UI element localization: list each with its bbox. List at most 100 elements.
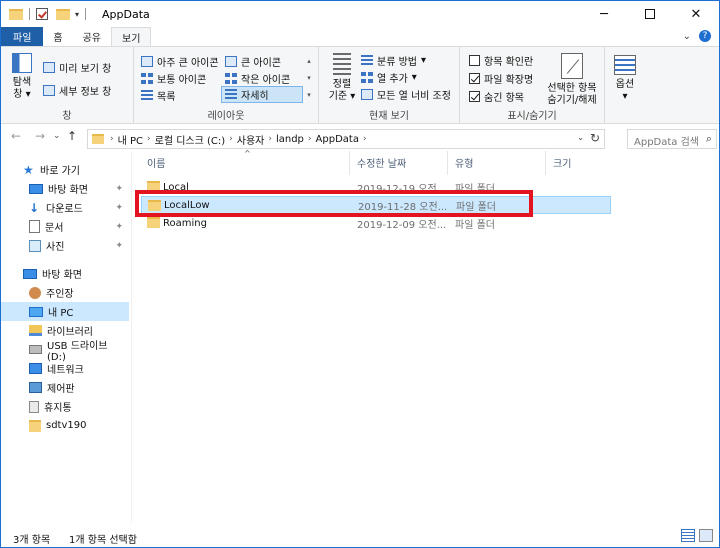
medium-icons-icon — [141, 73, 153, 84]
column-header-size[interactable]: 크기 — [553, 155, 571, 170]
pane-divider[interactable] — [131, 151, 132, 523]
details-pane-label: 세부 정보 창 — [59, 87, 112, 98]
file-date: 2019-12-09 오전... — [357, 219, 447, 231]
tab-share[interactable]: 공유 — [73, 27, 111, 46]
nav-item-desktop-pinned[interactable]: 바탕 화면 ✦ — [1, 179, 129, 198]
refresh-icon[interactable]: ↻ — [590, 131, 600, 145]
preview-pane-button[interactable]: 미리 보기 창 — [43, 60, 111, 75]
nav-label: sdtv190 — [46, 420, 87, 431]
group-label-panes: 창 — [62, 111, 72, 122]
picture-icon — [29, 239, 41, 252]
details-view-button[interactable] — [681, 529, 695, 542]
help-icon[interactable]: ? — [699, 30, 711, 42]
breadcrumb-user[interactable]: landp — [276, 134, 304, 145]
status-selected-count: 1개 항목 선택함 — [69, 535, 137, 546]
hidden-items-checkbox[interactable] — [469, 91, 480, 102]
close-icon: ✕ — [690, 6, 702, 22]
nav-label: 다운로드 — [46, 204, 83, 215]
size-columns-label: 모든 열 너비 조정 — [377, 91, 451, 102]
navigation-pane-button[interactable]: 탐색 창 ▾ — [7, 53, 37, 101]
group-label-show-hide: 표시/숨기기 — [507, 111, 557, 122]
tab-file[interactable]: 파일 — [1, 27, 44, 46]
breadcrumb-local-disk[interactable]: 로컬 디스크 (C:) — [155, 132, 226, 147]
maximize-icon — [645, 9, 655, 19]
forward-button[interactable]: → — [35, 129, 45, 143]
group-by-button[interactable]: 분류 방법 ▾ — [361, 53, 426, 68]
file-type: 파일 폴더 — [455, 219, 495, 231]
hidden-items-toggle[interactable]: 숨긴 항목 — [469, 89, 524, 104]
layout-gallery-scroll[interactable]: ▴ ▾ ▾ — [304, 53, 314, 105]
pin-icon[interactable]: ✦ — [115, 184, 123, 194]
expand-ribbon-icon[interactable]: ⌄ — [683, 31, 691, 42]
size-columns-button[interactable]: 모든 열 너비 조정 — [361, 87, 451, 102]
column-header-name[interactable]: 이름 — [147, 155, 165, 170]
computer-icon — [29, 306, 43, 317]
nav-item-documents[interactable]: 문서 ✦ — [1, 217, 129, 236]
library-icon — [29, 325, 42, 336]
details-pane-icon — [43, 85, 55, 96]
layout-extra-large-icons[interactable]: 아주 큰 아이콘 — [141, 54, 219, 69]
address-bar[interactable]: › 내 PC › 로컬 디스크 (C:) › 사용자 › landp › App… — [87, 129, 605, 149]
large-icons-view-button[interactable] — [699, 529, 713, 542]
nav-item-folder[interactable]: sdtv190 — [1, 416, 129, 435]
up-button[interactable]: ↑ — [67, 129, 77, 143]
close-button[interactable]: ✕ — [673, 1, 719, 27]
item-checkboxes-toggle[interactable]: 항목 확인란 — [469, 53, 533, 68]
layout-small-icons[interactable]: 작은 아이콘 — [225, 71, 290, 86]
pin-icon[interactable]: ✦ — [115, 241, 123, 251]
nav-label: 바로 가기 — [40, 166, 80, 177]
separator — [29, 8, 30, 20]
details-pane-button[interactable]: 세부 정보 창 — [43, 83, 111, 98]
layout-label: 아주 큰 아이콘 — [157, 58, 219, 69]
breadcrumb-users[interactable]: 사용자 — [237, 132, 265, 147]
item-checkboxes-checkbox[interactable] — [469, 55, 480, 66]
size-columns-icon — [361, 89, 373, 100]
sort-by-button[interactable]: 정렬 기준 ▾ — [327, 53, 357, 103]
customize-toolbar-icon[interactable]: ▾ — [75, 10, 79, 19]
hide-selected-button[interactable]: 선택한 항목 숨기기/해제 — [542, 53, 602, 107]
nav-item-downloads[interactable]: ↓ 다운로드 ✦ — [1, 198, 129, 217]
document-icon — [29, 220, 40, 233]
nav-item-network[interactable]: 네트워크 — [1, 359, 129, 378]
add-columns-button[interactable]: 열 추가 ▾ — [361, 70, 417, 85]
file-extensions-toggle[interactable]: 파일 확장명 — [469, 71, 533, 86]
nav-item-usb-drive[interactable]: USB 드라이브 (D:) — [1, 340, 129, 363]
add-columns-icon — [361, 72, 373, 83]
minimize-button[interactable]: ─ — [581, 1, 627, 27]
file-extensions-checkbox[interactable] — [469, 73, 480, 84]
breadcrumb-this-pc[interactable]: 내 PC — [118, 132, 143, 147]
properties-icon[interactable] — [36, 8, 48, 20]
nav-item-quick-access[interactable]: ★ 바로 가기 — [1, 160, 129, 179]
nav-item-this-pc[interactable]: 내 PC — [1, 302, 129, 321]
pin-icon[interactable]: ✦ — [115, 222, 123, 232]
tab-view[interactable]: 보기 — [111, 27, 152, 46]
column-header-date[interactable]: 수정한 날짜 — [357, 155, 406, 170]
layout-large-icons[interactable]: 큰 아이콘 — [225, 54, 281, 69]
pin-icon[interactable]: ✦ — [115, 203, 123, 213]
address-dropdown-icon[interactable]: ⌄ — [577, 133, 584, 142]
maximize-button[interactable] — [627, 1, 673, 27]
layout-details[interactable]: 자세히 — [221, 86, 303, 103]
back-button[interactable]: ← — [11, 129, 21, 143]
search-input[interactable]: AppData 검색 ⌕ — [627, 129, 717, 149]
new-folder-icon[interactable] — [56, 8, 70, 20]
breadcrumb-appdata[interactable]: AppData — [316, 134, 359, 145]
nav-item-control-panel[interactable]: 제어판 — [1, 378, 129, 397]
column-header-type[interactable]: 유형 — [455, 155, 473, 170]
nav-item-pictures[interactable]: 사진 ✦ — [1, 236, 129, 255]
tab-home[interactable]: 홈 — [43, 27, 72, 46]
column-divider[interactable] — [545, 151, 546, 175]
column-divider[interactable] — [349, 151, 350, 175]
column-divider[interactable] — [447, 151, 448, 175]
recent-locations-button[interactable]: ⌄ — [53, 131, 61, 141]
layout-list[interactable]: 목록 — [141, 88, 175, 103]
nav-item-user[interactable]: 주인장 — [1, 283, 129, 302]
options-button[interactable]: 옵션 ▾ — [607, 55, 643, 103]
nav-item-recycle-bin[interactable]: 휴지통 — [1, 397, 129, 416]
nav-item-desktop[interactable]: 바탕 화면 — [1, 264, 129, 283]
desktop-icon — [29, 183, 43, 194]
layout-medium-icons[interactable]: 보통 아이콘 — [141, 71, 206, 86]
search-icon: ⌕ — [705, 132, 712, 145]
sort-ascending-icon: ^ — [244, 149, 251, 158]
nav-label: 제어판 — [47, 384, 75, 395]
